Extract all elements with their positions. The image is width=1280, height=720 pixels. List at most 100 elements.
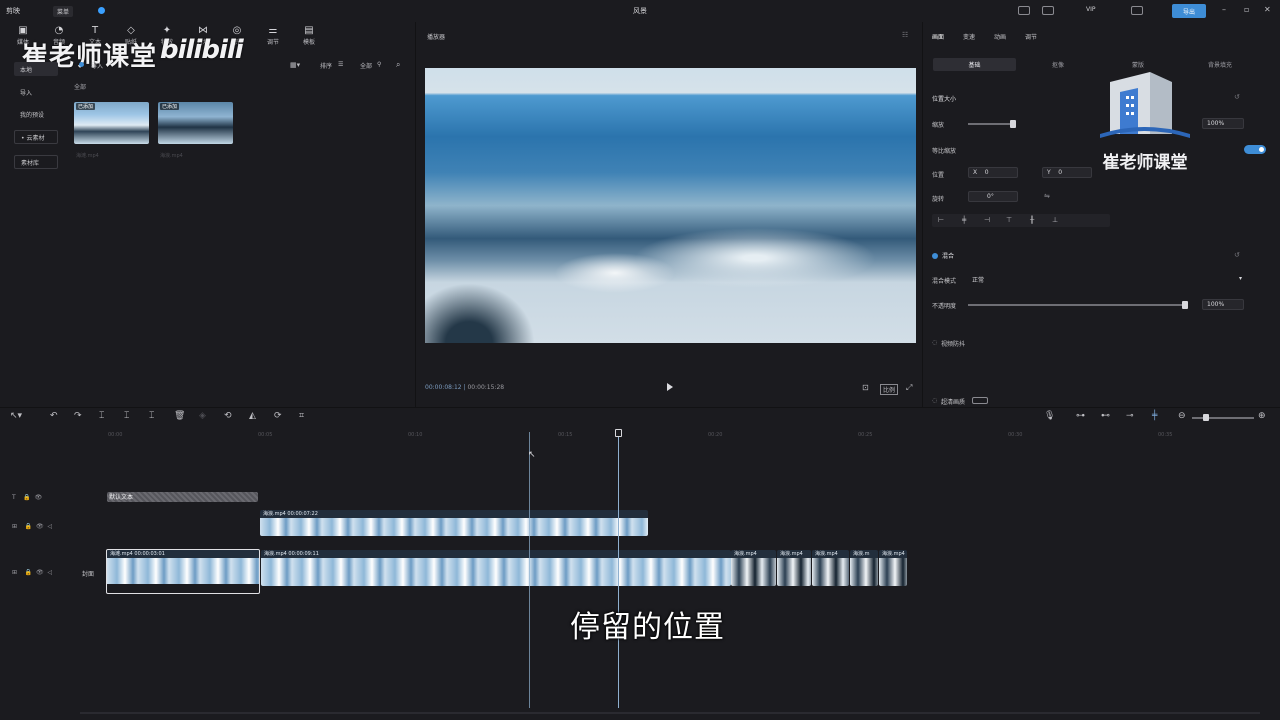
align-right-icon[interactable]: ⊣ (984, 216, 990, 224)
main-clip[interactable]: 海浪.mp4 (777, 550, 811, 586)
main-clip[interactable]: 海浪.mp4 (812, 550, 849, 586)
opacity-slider[interactable] (968, 304, 1186, 306)
media-thumb[interactable]: 已添加 (74, 102, 149, 144)
audio-mute-icon[interactable]: ◁ (47, 569, 52, 576)
rotate-icon[interactable]: ⟳ (274, 411, 282, 421)
shortcut-icon[interactable] (1018, 6, 1030, 15)
cover-button[interactable]: 封面 (82, 569, 94, 578)
position-x-input[interactable]: X 0 (968, 167, 1018, 178)
opacity-input[interactable]: 100% (1202, 299, 1244, 310)
playhead-line[interactable] (618, 432, 619, 708)
main-clip[interactable]: 海浪.mp4 00:00:09:11 (261, 550, 731, 586)
stabilize-checkbox-icon[interactable]: ◌ (932, 339, 937, 346)
position-y-input[interactable]: Y 0 (1042, 167, 1092, 178)
sidebar-item-library[interactable]: 素材库 (14, 155, 58, 169)
playhead-handle[interactable] (615, 429, 622, 437)
tool-template[interactable]: ▤ 模板 (294, 25, 324, 46)
blend-mode-select[interactable]: 正常 ▾ (968, 274, 1246, 285)
tool-adjust[interactable]: ⚌ 调节 (258, 25, 288, 46)
eye-icon[interactable]: 👁 (36, 523, 44, 530)
uniform-scale-toggle[interactable] (1244, 145, 1266, 154)
sidebar-item-cloud[interactable]: • 云素材 (14, 130, 58, 144)
align-center-icon[interactable]: ╪ (962, 216, 966, 224)
subtab-basic[interactable]: 基础 (933, 58, 1016, 71)
super-res-checkbox-icon[interactable]: ◌ (932, 397, 937, 404)
subtab-chroma[interactable]: 抠像 (1018, 58, 1098, 71)
main-clip-selected[interactable]: 海滩.mp4 00:00:03:01 (106, 549, 260, 594)
tab-animation[interactable]: 动画 (994, 32, 1006, 41)
crop-icon[interactable]: ⌗ (299, 411, 304, 421)
overlay-clip[interactable]: 海浪.mp4 00:00:07:22 (260, 510, 648, 536)
tab-speed[interactable]: 变速 (963, 32, 975, 41)
split-icon[interactable]: ⌶ (99, 411, 104, 421)
subtab-mask[interactable]: 蒙版 (1098, 58, 1178, 71)
audio-mute-icon[interactable]: ◁ (47, 523, 52, 530)
fullscreen-icon[interactable]: ⤢ (906, 383, 912, 393)
maximize-icon[interactable]: ▫ (1244, 5, 1249, 14)
reverse-icon[interactable]: ⟲ (224, 411, 232, 421)
filter-all-button[interactable]: 全部 (360, 61, 372, 70)
opacity-slider-knob[interactable] (1182, 301, 1188, 309)
zoom-slider-knob[interactable] (1203, 414, 1209, 421)
align-bottom-icon[interactable]: ⊥ (1052, 216, 1058, 224)
export-button[interactable]: 导出 (1172, 4, 1206, 18)
tab-adjust[interactable]: 调节 (1025, 32, 1037, 41)
rotate-input[interactable]: 0° (968, 191, 1018, 202)
redo-icon[interactable]: ↷ (74, 411, 82, 421)
timeline-scrollbar[interactable] (80, 712, 1260, 714)
ratio-button[interactable]: 比例 (880, 384, 899, 395)
search-icon[interactable]: ⌕ (396, 60, 400, 70)
zoom-slider[interactable] (1192, 417, 1254, 419)
mirror-icon[interactable]: ◭ (249, 411, 256, 421)
lock-icon[interactable]: 🔒 (25, 523, 32, 530)
panel-divider[interactable] (922, 22, 923, 408)
reset-icon[interactable]: ↺ (1234, 93, 1240, 101)
blend-checkbox[interactable] (932, 253, 938, 259)
sidebar-item-presets[interactable]: 我的预设 (14, 107, 58, 121)
eye-icon[interactable]: 👁 (36, 569, 44, 576)
view-toggle-icon[interactable]: ▦▾ (290, 61, 300, 69)
linkage-icon[interactable]: ⊸ (1126, 411, 1134, 421)
media-thumb[interactable]: 已添加 (158, 102, 233, 144)
microphone-icon[interactable]: 🎙 (1044, 411, 1055, 421)
split-right-icon[interactable]: ⌶ (149, 411, 154, 421)
scale-slider[interactable] (968, 123, 1014, 125)
video-preview[interactable] (425, 68, 916, 343)
feedback-icon[interactable] (1131, 6, 1143, 15)
scale-input[interactable]: 100% (1202, 118, 1244, 129)
align-left-icon[interactable]: ⊢ (938, 216, 944, 224)
tab-picture[interactable]: 画面 (932, 32, 944, 41)
preview-axis-icon[interactable]: ╪ (1152, 411, 1157, 421)
player-menu-icon[interactable]: ☷ (902, 31, 908, 39)
sort-icon[interactable]: ☰ (338, 61, 343, 68)
panel-divider[interactable] (415, 22, 416, 408)
text-clip[interactable]: 默认文本 (107, 492, 258, 502)
link-icon[interactable]: ⊶ (1076, 411, 1085, 421)
reset-icon[interactable]: ↺ (1234, 251, 1240, 259)
sidebar-item-import[interactable]: 导入 (14, 85, 58, 99)
snap-icon[interactable]: ⊷ (1101, 411, 1110, 421)
timeline-ruler[interactable]: 00:00 00:05 00:10 00:15 00:20 00:25 00:3… (100, 430, 1260, 438)
main-clip[interactable]: 海浪.m (850, 550, 878, 586)
zoom-in-icon[interactable]: ⊕ (1258, 411, 1266, 421)
lock-icon[interactable]: 🔒 (23, 494, 30, 501)
fullscreen-frame-icon[interactable]: ⊡ (862, 383, 869, 392)
minimize-icon[interactable]: – (1222, 5, 1226, 14)
play-icon[interactable] (667, 383, 673, 391)
undo-icon[interactable]: ↶ (50, 411, 58, 421)
zoom-out-icon[interactable]: ⊖ (1178, 411, 1186, 421)
select-cursor-icon[interactable]: ↖▾ (10, 411, 22, 421)
delete-icon[interactable]: 🗑 (174, 411, 185, 421)
layout-icon[interactable] (1042, 6, 1054, 15)
import-button[interactable]: 导入 (91, 61, 103, 70)
main-clip[interactable]: 海浪.mp4 (731, 550, 776, 586)
main-clip[interactable]: 海浪.mp4 (879, 550, 907, 586)
subtab-background[interactable]: 背景填充 (1180, 58, 1260, 71)
filter-icon[interactable]: ⚲ (377, 61, 381, 68)
vip-badge[interactable]: VIP (1086, 6, 1096, 13)
close-icon[interactable]: ✕ (1264, 5, 1271, 14)
sidebar-item-local[interactable]: 本地 (14, 62, 58, 76)
sort-button[interactable]: 排序 (320, 61, 332, 70)
flip-icon[interactable]: ⇋ (1044, 192, 1050, 200)
align-middle-icon[interactable]: ╫ (1030, 216, 1034, 224)
